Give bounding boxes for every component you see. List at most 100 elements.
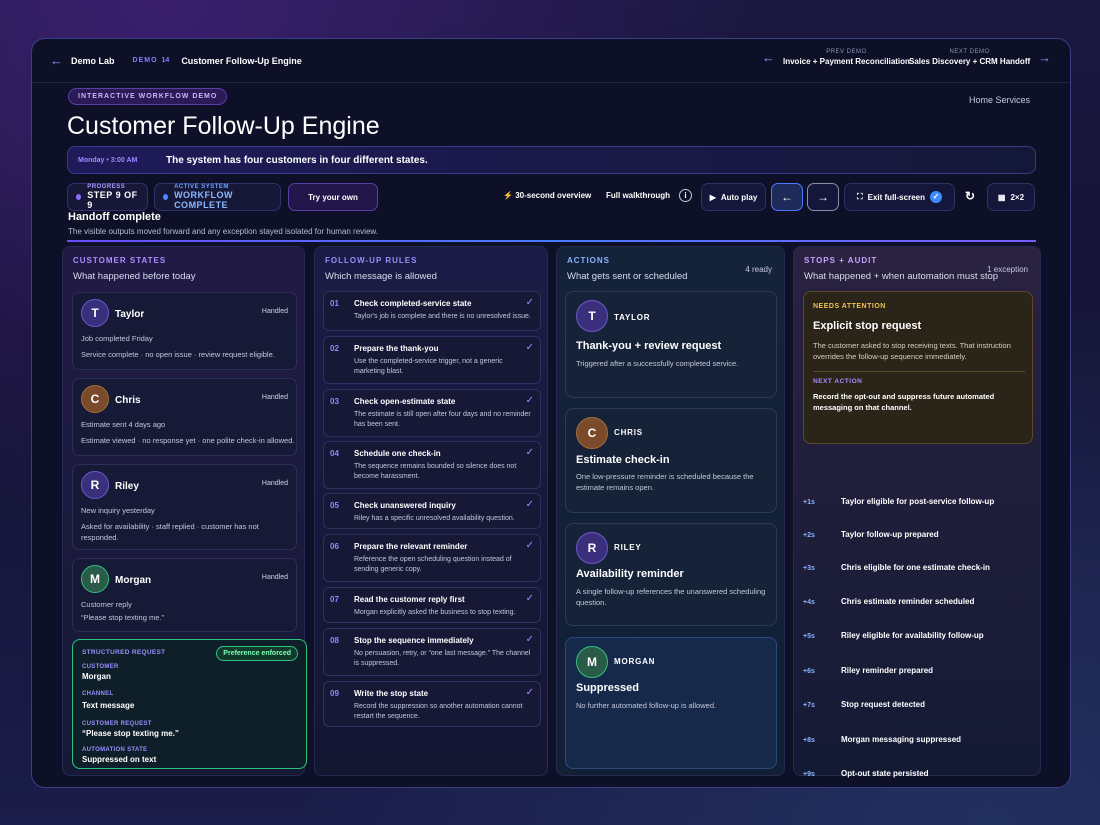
rule-item[interactable]: 02 Prepare the thank-you Use the completed…	[323, 336, 541, 384]
walkthrough-button[interactable]: Full walkthrough	[606, 191, 670, 200]
customer-name: Morgan	[115, 575, 152, 586]
customer-value: Morgan	[82, 672, 111, 681]
action-card-morgan[interactable]: M MORGAN Suppressed No further automated…	[565, 637, 777, 769]
action-card-riley[interactable]: R RILEY Availability reminder A single f…	[565, 523, 777, 626]
action-card-chris[interactable]: C CHRIS Estimate check-in One low-pressu…	[565, 408, 777, 513]
info-icon[interactable]: i	[679, 189, 692, 202]
customer-card-morgan[interactable]: M Morgan Handled Customer reply “Please …	[72, 558, 297, 632]
actions-column: ACTIONS What gets sent or scheduled 4 re…	[556, 246, 785, 776]
intro-pill: INTERACTIVE WORKFLOW DEMO	[68, 88, 228, 105]
customer-event: New inquiry yesterday	[81, 506, 155, 515]
next-step-button[interactable]: →	[807, 183, 839, 211]
avatar: C	[81, 385, 109, 413]
avatar: M	[81, 565, 109, 593]
system-chip: ACTIVE SYSTEM WORKFLOW COMPLETE	[154, 183, 281, 211]
progress-dot-icon	[76, 194, 82, 200]
rule-item[interactable]: 01 Check completed-service state Taylor's …	[323, 291, 541, 331]
reset-icon[interactable]: ↻	[965, 189, 975, 203]
rule-number: 06	[330, 542, 339, 551]
exit-fullscreen-button[interactable]: ⛶ Exit full-screen ✓	[844, 183, 955, 211]
channel-label: CHANNEL	[82, 691, 114, 697]
status-time: Monday • 3:00 AM	[78, 156, 138, 164]
rule-description: Taylor's job is complete and there is no…	[354, 313, 531, 320]
timeline-item: +4s Chris estimate reminder scheduled	[803, 597, 974, 606]
action-description: A single follow-up references the unansw…	[576, 587, 766, 607]
timeline-item: +6s Riley reminder prepared	[803, 666, 933, 675]
customer-card-riley[interactable]: R Riley Handled New inquiry yesterday As…	[72, 464, 297, 550]
rule-item[interactable]: 05 Check unanswered inquiry Riley has a sp…	[323, 493, 541, 529]
back-label: Demo Lab	[71, 55, 115, 66]
rule-title: Check open-estimate state	[354, 397, 456, 406]
action-title: Availability reminder	[576, 568, 684, 580]
demo-tag: DEMO	[132, 57, 158, 64]
request-title: STRUCTURED REQUEST	[82, 649, 166, 656]
back-link[interactable]: ← Demo Lab	[50, 53, 115, 68]
rule-item[interactable]: 06 Prepare the relevant reminder Reference…	[323, 534, 541, 582]
column-subtitle: What happened before today	[73, 271, 196, 282]
state-label: AUTOMATION STATE	[82, 747, 148, 753]
customer-event: Customer reply	[81, 600, 132, 609]
check-circle-icon: ✓	[929, 191, 942, 203]
timeline-time: +2s	[803, 532, 815, 539]
action-tag: CHRIS	[614, 428, 643, 437]
rule-item[interactable]: 03 Check open-estimate state The estimate …	[323, 389, 541, 437]
page-title: Customer Follow-Up Engine	[67, 112, 380, 140]
progress-chip: PROGRESS STEP 9 OF 9	[67, 183, 148, 211]
exception-count: 1 exception	[987, 265, 1028, 274]
rule-description: The estimate is still open after four da…	[354, 411, 531, 428]
try-label: Try your own	[308, 192, 358, 202]
overview-label: 30-second overview	[515, 191, 592, 200]
status-badge: Handled	[261, 574, 288, 581]
customer-summary: Service complete · no open issue · revie…	[81, 350, 275, 359]
action-title: Estimate check-in	[576, 454, 670, 466]
avatar: R	[81, 471, 109, 499]
column-subtitle: What gets sent or scheduled	[567, 271, 688, 282]
rule-title: Check completed-service state	[354, 299, 472, 308]
timeline-text: Chris estimate reminder scheduled	[841, 597, 975, 606]
autoplay-label: Auto play	[720, 192, 758, 202]
attention-title: Explicit stop request	[813, 320, 922, 332]
column-title: STOPS + AUDIT	[804, 256, 878, 265]
rule-item[interactable]: 07 Read the customer reply first Morgan ex…	[323, 587, 541, 623]
layout-toggle-button[interactable]: ▦ 2×2	[987, 183, 1035, 211]
timeline-time: +9s	[803, 771, 815, 778]
walkthrough-label: Full walkthrough	[606, 191, 670, 200]
timeline-time: +3s	[803, 565, 815, 572]
prev-name: Invoice + Payment Reconciliation	[783, 57, 910, 66]
action-card-taylor[interactable]: T TAYLOR Thank-you + review request Trig…	[565, 291, 777, 398]
action-description: One low-pressure reminder is scheduled b…	[576, 472, 754, 492]
next-caption: NEXT DEMO	[949, 49, 990, 55]
timeline-time: +6s	[803, 668, 815, 675]
customer-event: Estimate sent 4 days ago	[81, 420, 166, 429]
auto-play-button[interactable]: ▶ Auto play	[701, 183, 766, 211]
timeline-item: +8s Morgan messaging suppressed	[803, 735, 961, 744]
rule-title: Prepare the thank-you	[354, 344, 439, 353]
prev-demo-link[interactable]: ← PREV DEMO Invoice + Payment Reconciliat…	[762, 49, 910, 66]
timeline-time: +1s	[803, 499, 815, 506]
prev-step-button[interactable]: ←	[771, 183, 803, 211]
grid-icon: ▦	[997, 192, 1006, 202]
timeline-time: +8s	[803, 737, 815, 744]
rule-item[interactable]: 09 Write the stop state Record the suppres…	[323, 681, 541, 727]
avatar: T	[81, 299, 109, 327]
next-demo-link[interactable]: NEXT DEMO Sales Discovery + CRM Handoff →	[909, 49, 1051, 66]
try-your-own-button[interactable]: Try your own	[288, 183, 378, 211]
timeline-text: Stop request detected	[841, 700, 926, 709]
stops-audit-column: STOPS + AUDIT What happened + when autom…	[793, 246, 1041, 778]
customer-name: Riley	[115, 481, 139, 492]
customer-summary: “Please stop texting me.”	[81, 613, 164, 622]
check-icon: ✓	[525, 634, 534, 645]
customer-states-column: CUSTOMER STATES What happened before tod…	[62, 246, 307, 776]
rule-number: 07	[330, 595, 339, 604]
column-subtitle: What happened + when automation must sto…	[804, 271, 999, 282]
rule-title: Check unanswered inquiry	[354, 501, 456, 510]
bolt-icon: ⚡	[503, 191, 513, 200]
avatar: R	[576, 532, 608, 564]
customer-card-taylor[interactable]: T Taylor Handled Job completed Friday Se…	[72, 292, 297, 370]
column-subtitle: Which message is allowed	[325, 271, 437, 282]
timeline-text: Riley reminder prepared	[841, 666, 934, 675]
customer-card-chris[interactable]: C Chris Handled Estimate sent 4 days ago…	[72, 378, 297, 456]
overview-button[interactable]: ⚡ 30-second overview	[503, 191, 591, 200]
rule-item[interactable]: 04 Schedule one check-in The sequence rema…	[323, 441, 541, 489]
rule-item[interactable]: 08 Stop the sequence immediately No persua…	[323, 628, 541, 676]
